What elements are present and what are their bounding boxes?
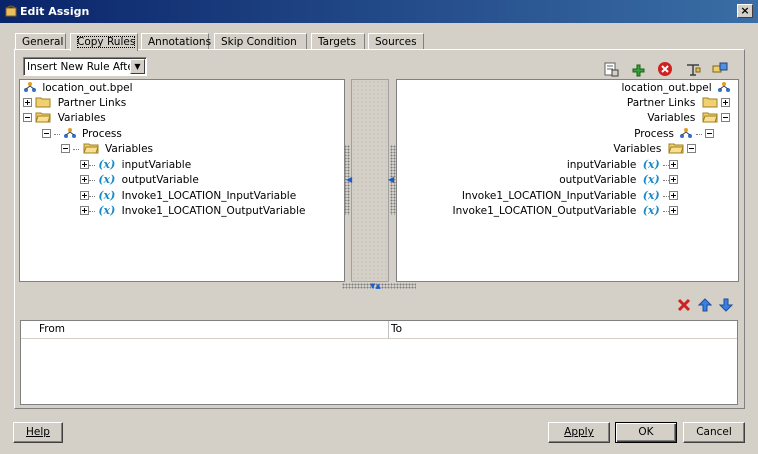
- splitter-arrows-icon[interactable]: ▼▲: [370, 282, 381, 290]
- variable-icon: (x): [98, 204, 116, 217]
- collapse-left-arrow-icon[interactable]: ◀: [346, 175, 352, 184]
- ok-button[interactable]: OK: [615, 422, 677, 443]
- tab-general[interactable]: General: [15, 33, 66, 50]
- tree-node-variable[interactable]: outputVariable (x): [559, 172, 678, 188]
- folder-icon: [702, 97, 718, 108]
- variable-icon: (x): [98, 173, 116, 186]
- expand-icon[interactable]: [23, 97, 32, 107]
- copy-rules-table[interactable]: From To: [20, 320, 738, 405]
- variable-icon: (x): [642, 189, 660, 202]
- collapse-icon[interactable]: [687, 143, 696, 153]
- variable-icon: (x): [98, 158, 116, 171]
- tab-copy-rules[interactable]: Copy Rules: [70, 33, 138, 51]
- tree-node-variable[interactable]: inputVariable (x): [567, 157, 678, 173]
- tree-node-target-root[interactable]: location_out.bpel: [622, 80, 730, 96]
- tab-skip-condition[interactable]: Skip Condition: [214, 33, 307, 50]
- variable-icon: (x): [642, 173, 660, 186]
- collapse-icon[interactable]: [705, 128, 714, 138]
- folder-open-icon: [82, 143, 99, 154]
- expand-icon[interactable]: [669, 174, 678, 184]
- literal-icon[interactable]: [685, 61, 701, 77]
- tree-node-process-variables[interactable]: Variables: [613, 141, 696, 157]
- collapse-icon[interactable]: [23, 112, 32, 122]
- expand-icon[interactable]: [669, 205, 678, 215]
- column-header-from[interactable]: From: [39, 323, 65, 335]
- expand-icon[interactable]: [80, 190, 89, 200]
- bpel-process-icon: [718, 82, 730, 92]
- chevron-down-icon[interactable]: ▼: [130, 59, 145, 74]
- tree-node-partner-links[interactable]: Partner Links: [627, 95, 730, 111]
- bind-entity-icon[interactable]: [712, 61, 728, 77]
- delete-rule-icon[interactable]: [677, 298, 691, 312]
- move-up-icon[interactable]: [698, 298, 712, 312]
- assign-icon: [5, 5, 17, 17]
- tree-node-variables[interactable]: Variables: [23, 110, 106, 126]
- column-header-to[interactable]: To: [391, 323, 402, 335]
- title-bar: Edit Assign ×: [0, 0, 758, 23]
- collapse-right-arrow-icon[interactable]: ◀: [388, 175, 394, 184]
- xpath-expression-icon[interactable]: [603, 61, 619, 77]
- tree-node-variable[interactable]: (x) outputVariable: [80, 172, 199, 188]
- expand-icon[interactable]: [721, 97, 730, 107]
- tab-targets[interactable]: Targets: [311, 33, 365, 50]
- collapse-icon[interactable]: [42, 128, 51, 138]
- tree-node-process[interactable]: Process: [42, 126, 122, 142]
- folder-open-icon: [667, 143, 684, 154]
- insert-rule-dropdown[interactable]: Insert New Rule After ▼: [23, 57, 147, 76]
- expand-icon[interactable]: [80, 205, 89, 215]
- move-down-icon[interactable]: [719, 298, 733, 312]
- tree-node-process-variables[interactable]: Variables: [61, 141, 153, 157]
- mapping-area[interactable]: ◀ ◀: [344, 79, 396, 282]
- process-icon: [63, 128, 76, 138]
- folder-icon: [35, 97, 51, 108]
- tree-node-variable[interactable]: (x) inputVariable: [80, 157, 191, 173]
- table-header: From To: [21, 321, 737, 339]
- window-title: Edit Assign: [20, 5, 90, 18]
- tab-annotations[interactable]: Annotations: [141, 33, 211, 50]
- add-rule-icon[interactable]: [630, 61, 646, 77]
- delete-icon[interactable]: [657, 61, 673, 77]
- cancel-button[interactable]: Cancel: [683, 422, 745, 443]
- collapse-icon[interactable]: [61, 143, 70, 153]
- tree-node-variables[interactable]: Variables: [647, 110, 730, 126]
- tab-sources[interactable]: Sources: [368, 33, 424, 50]
- tree-node-source-root[interactable]: location_out.bpel: [24, 80, 133, 96]
- expand-icon[interactable]: [669, 159, 678, 169]
- expand-icon[interactable]: [80, 159, 89, 169]
- collapse-icon[interactable]: [721, 112, 730, 122]
- close-button[interactable]: ×: [737, 4, 753, 18]
- tree-node-variable[interactable]: (x) Invoke1_LOCATION_InputVariable: [80, 188, 296, 204]
- tree-node-partner-links[interactable]: Partner Links: [23, 95, 126, 111]
- process-icon: [680, 128, 693, 138]
- tree-node-process[interactable]: Process: [634, 126, 714, 142]
- folder-open-icon: [35, 112, 52, 123]
- column-divider[interactable]: [388, 321, 389, 339]
- tree-node-variable[interactable]: Invoke1_LOCATION_InputVariable (x): [462, 188, 678, 204]
- variable-icon: (x): [98, 189, 116, 202]
- help-button[interactable]: Help: [13, 422, 63, 443]
- bpel-process-icon: [24, 82, 36, 92]
- tree-node-variable[interactable]: (x) Invoke1_LOCATION_OutputVariable: [80, 203, 305, 219]
- expand-icon[interactable]: [669, 190, 678, 200]
- target-tree[interactable]: location_out.bpel Partner Links Variable…: [396, 79, 739, 282]
- expand-icon[interactable]: [80, 174, 89, 184]
- folder-open-icon: [701, 112, 718, 123]
- tree-node-variable[interactable]: Invoke1_LOCATION_OutputVariable (x): [453, 203, 678, 219]
- apply-button[interactable]: Apply: [548, 422, 610, 443]
- source-tree[interactable]: location_out.bpel Partner Links Variable…: [19, 79, 345, 282]
- variable-icon: (x): [642, 158, 660, 171]
- variable-icon: (x): [642, 204, 660, 217]
